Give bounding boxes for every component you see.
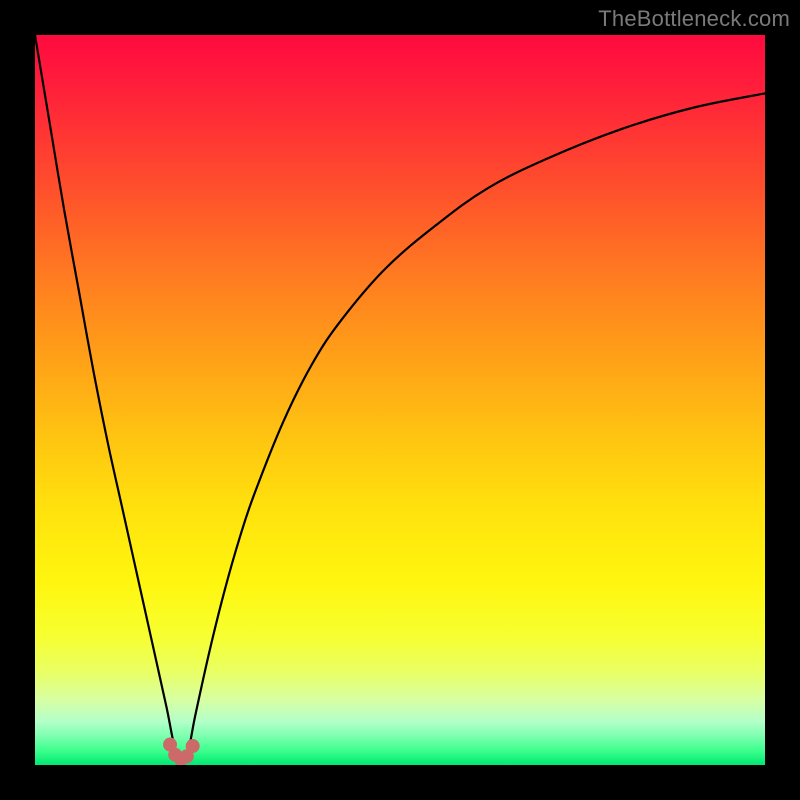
curve-layer [35, 35, 765, 765]
minimum-marker-group [163, 738, 200, 765]
bottleneck-curve [35, 35, 765, 765]
plot-area [35, 35, 765, 765]
chart-frame: TheBottleneck.com [0, 0, 800, 800]
watermark-text: TheBottleneck.com [598, 6, 790, 32]
minimum-marker [186, 739, 200, 753]
